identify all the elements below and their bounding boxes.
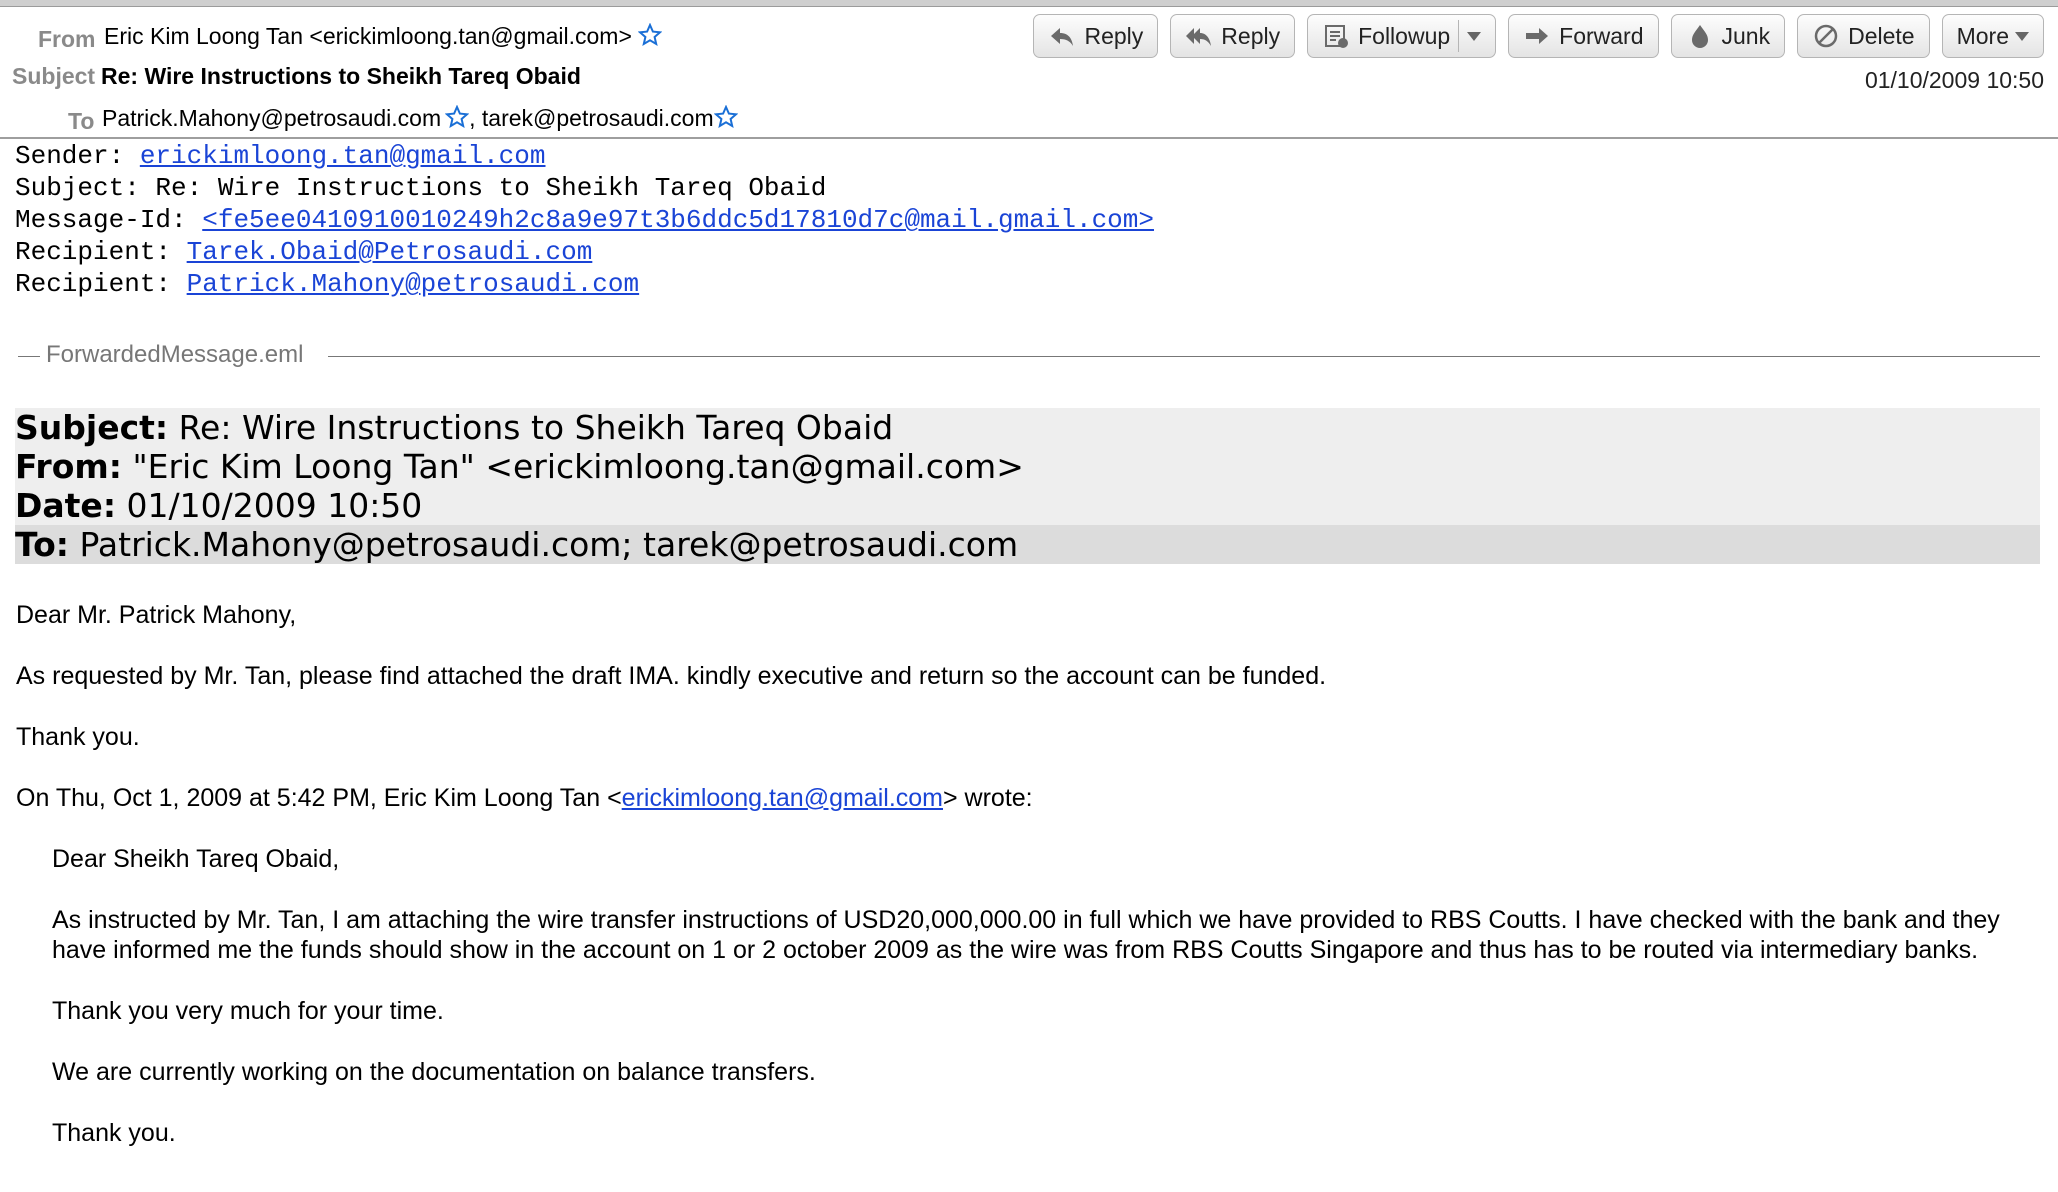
reply-all-label: Reply — [1221, 22, 1281, 49]
message-header-pane: From Eric Kim Loong Tan <erickimloong.ta… — [0, 7, 2058, 137]
raw-recipient-line: Recipient: Tarek.Obaid@Petrosaudi.com — [15, 236, 1154, 268]
header-divider — [0, 137, 2058, 139]
raw-recipient-line: Recipient: Patrick.Mahony@petrosaudi.com — [15, 268, 1154, 300]
forwarded-subject-label: Subject: — [15, 408, 169, 447]
to-address-2[interactable]: tarek@petrosaudi.com — [482, 105, 714, 131]
reply-all-icon — [1185, 22, 1213, 50]
raw-sender-link[interactable]: erickimloong.tan@gmail.com — [140, 141, 546, 171]
raw-sender-line: Sender: erickimloong.tan@gmail.com — [15, 140, 1154, 172]
forwarded-header-table: Subject: Re: Wire Instructions to Sheikh… — [15, 408, 2040, 564]
from-address[interactable]: Eric Kim Loong Tan <erickimloong.tan@gma… — [104, 23, 632, 49]
forwarded-to-value: Patrick.Mahony@petrosaudi.com; tarek@pet… — [69, 525, 1019, 564]
forwarded-to-row: To: Patrick.Mahony@petrosaudi.com; tarek… — [15, 525, 2040, 564]
followup-label: Followup — [1358, 22, 1451, 49]
raw-msgid-line: Message-Id: <fe5ee0410910010249h2c8a9e97… — [15, 204, 1154, 236]
raw-recipient-link[interactable]: Patrick.Mahony@petrosaudi.com — [187, 269, 639, 299]
quoted-thanks: Thank you. — [52, 1119, 176, 1147]
quoted-message: Dear Sheikh Tareq Obaid, As instructed b… — [52, 844, 2012, 1148]
delete-icon — [1812, 22, 1840, 50]
raw-recipient-label: Recipient: — [15, 237, 187, 267]
raw-headers: Sender: erickimloong.tan@gmail.com Subjec… — [15, 140, 1154, 300]
quoted-paragraph: Thank you very much for your time. — [52, 997, 444, 1025]
forwarded-to-label: To: — [15, 525, 69, 564]
quote-attribution: On Thu, Oct 1, 2009 at 5:42 PM, Eric Kim… — [16, 783, 2016, 813]
forwarded-from-row: From: "Eric Kim Loong Tan" <erickimloong… — [15, 447, 2040, 486]
divider-line — [18, 356, 40, 357]
quoted-paragraph: We are currently working on the document… — [52, 1058, 816, 1086]
body-greeting: Dear Mr. Patrick Mahony, — [16, 601, 297, 629]
raw-recipient-label: Recipient: — [15, 269, 187, 299]
forward-label: Forward — [1559, 22, 1644, 49]
raw-recipient-link[interactable]: Tarek.Obaid@Petrosaudi.com — [187, 237, 593, 267]
delete-button[interactable]: Delete — [1797, 14, 1930, 58]
raw-msgid-label: Message-Id: — [15, 205, 203, 235]
body-paragraph: As requested by Mr. Tan, please find att… — [16, 662, 1327, 690]
chevron-down-icon — [2015, 31, 2029, 41]
reply-all-button[interactable]: Reply — [1170, 14, 1296, 58]
body-thanks: Thank you. — [16, 723, 140, 751]
to-label: To — [68, 108, 95, 134]
to-value: Patrick.Mahony@petrosaudi.com, tarek@pet… — [102, 105, 738, 132]
from-label: From — [38, 26, 96, 52]
junk-button[interactable]: Junk — [1670, 14, 1786, 58]
to-separator: , — [469, 105, 476, 131]
subject-label: Subject — [12, 63, 96, 89]
from-value[interactable]: Eric Kim Loong Tan <erickimloong.tan@gma… — [104, 23, 662, 50]
quoted-greeting: Dear Sheikh Tareq Obaid, — [52, 845, 340, 873]
more-button[interactable]: More — [1941, 14, 2044, 58]
forward-icon — [1523, 22, 1551, 50]
raw-msgid-link[interactable]: <fe5ee0410910010249h2c8a9e97t3b6ddc5d178… — [202, 205, 1154, 235]
divider-line — [328, 356, 2040, 357]
reply-icon — [1048, 22, 1076, 50]
quote-attribution-suffix: > wrote: — [943, 784, 1033, 812]
subject-value: Re: Wire Instructions to Sheikh Tareq Ob… — [101, 63, 581, 89]
reply-label: Reply — [1084, 22, 1144, 49]
window-top-rule — [0, 0, 2058, 7]
forwarded-date-value: 01/10/2009 10:50 — [116, 486, 423, 525]
forwarded-from-label: From: — [15, 447, 122, 486]
followup-icon — [1322, 22, 1350, 50]
quoted-paragraph: As instructed by Mr. Tan, I am attaching… — [52, 906, 2000, 964]
star-icon[interactable] — [713, 105, 738, 129]
quote-attribution-text: On Thu, Oct 1, 2009 at 5:42 PM, Eric Kim… — [16, 784, 622, 812]
star-icon[interactable] — [637, 23, 662, 47]
forward-button[interactable]: Forward — [1508, 14, 1659, 58]
raw-sender-label: Sender: — [15, 141, 140, 171]
followup-button[interactable]: Followup — [1307, 14, 1497, 58]
quote-email-link[interactable]: erickimloong.tan@gmail.com — [622, 784, 943, 812]
delete-label: Delete — [1848, 22, 1915, 49]
chevron-down-icon[interactable] — [1467, 31, 1482, 41]
message-body: Dear Mr. Patrick Mahony, As requested by… — [16, 600, 2016, 1179]
junk-label: Junk — [1721, 22, 1771, 49]
raw-subject-line: Subject: Re: Wire Instructions to Sheikh… — [15, 173, 827, 203]
forwarded-from-value: "Eric Kim Loong Tan" <erickimloong.tan@g… — [121, 447, 1024, 486]
forwarded-attachment-name[interactable]: ForwardedMessage.eml — [46, 341, 303, 369]
forwarded-subject-row: Subject: Re: Wire Instructions to Sheikh… — [15, 408, 2040, 447]
message-date: 01/10/2009 10:50 — [1864, 67, 2044, 93]
forwarded-subject-value: Re: Wire Instructions to Sheikh Tareq Ob… — [168, 408, 894, 447]
reply-button[interactable]: Reply — [1033, 14, 1159, 58]
to-address-1[interactable]: Patrick.Mahony@petrosaudi.com — [102, 105, 441, 131]
junk-icon — [1686, 22, 1714, 50]
more-label: More — [1956, 22, 2009, 49]
forwarded-date-label: Date: — [15, 486, 117, 525]
star-icon[interactable] — [445, 105, 470, 129]
forwarded-attachment-divider: ForwardedMessage.eml — [18, 341, 2040, 371]
forwarded-date-row: Date: 01/10/2009 10:50 — [15, 486, 2040, 525]
split-divider — [1458, 20, 1460, 52]
message-toolbar: Reply Reply Followup Forward Junk Delete… — [1033, 14, 2044, 58]
